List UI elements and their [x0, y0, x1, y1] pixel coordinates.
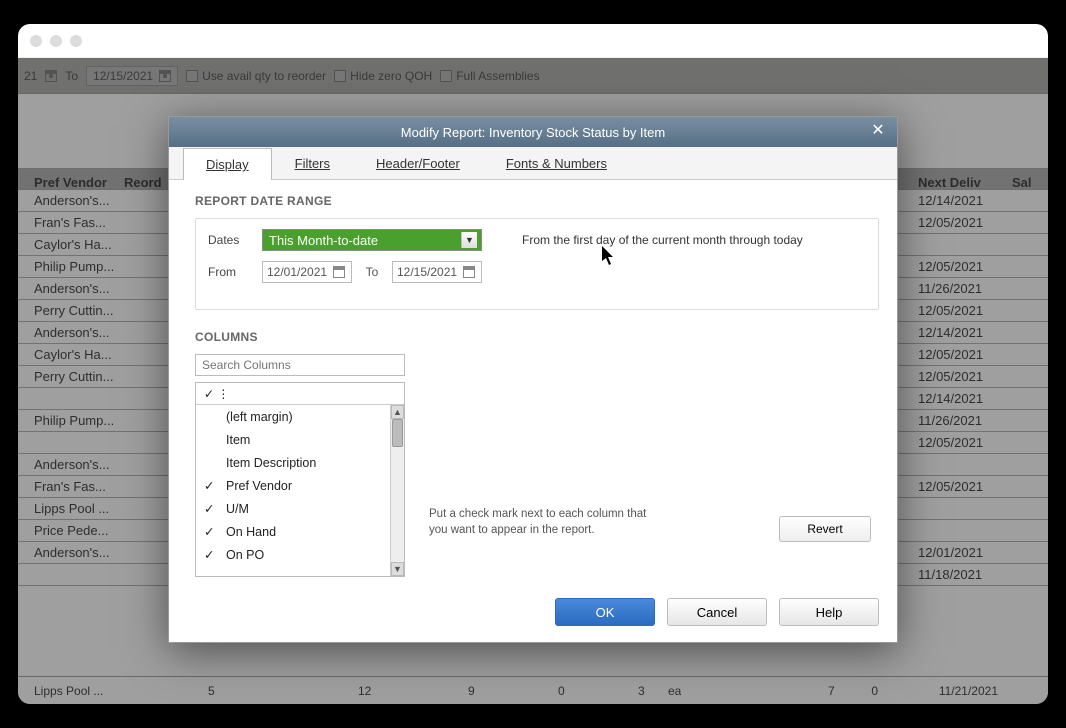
column-option[interactable]: ✓ U/M	[196, 497, 390, 520]
chevron-down-icon: ▼	[461, 232, 477, 248]
close-icon[interactable]: ✕	[869, 123, 887, 141]
traffic-zoom[interactable]	[70, 35, 82, 47]
scroll-up-icon[interactable]: ▲	[391, 405, 404, 419]
traffic-minimize[interactable]	[50, 35, 62, 47]
tab-display[interactable]: Display	[183, 148, 272, 180]
column-label: On PO	[226, 548, 264, 562]
to-date-input[interactable]: 12/15/2021	[392, 261, 482, 283]
search-columns-input[interactable]	[195, 354, 405, 376]
tab-filters[interactable]: Filters	[272, 147, 353, 179]
column-option[interactable]: ✓ On Hand	[196, 520, 390, 543]
calendar-icon	[463, 266, 475, 278]
traffic-close[interactable]	[30, 35, 42, 47]
dates-label: Dates	[208, 233, 252, 247]
dialog-titlebar[interactable]: Modify Report: Inventory Stock Status by…	[169, 117, 897, 147]
dialog-tabs: Display Filters Header/Footer Fonts & Nu…	[169, 147, 897, 180]
modify-report-dialog: Modify Report: Inventory Stock Status by…	[168, 116, 898, 643]
dates-hint: From the first day of the current month …	[522, 233, 803, 247]
column-label: Pref Vendor	[226, 479, 292, 493]
browser-header	[18, 24, 1048, 58]
calendar-icon	[333, 266, 345, 278]
dates-value: This Month-to-date	[269, 233, 378, 248]
column-label: (left margin)	[226, 410, 293, 424]
dates-dropdown[interactable]: This Month-to-date ▼	[262, 229, 482, 251]
columns-list: ✓ ⋮ (left margin) Item Item Description ✓ Pr…	[195, 382, 405, 577]
column-label: Item Description	[226, 456, 316, 470]
scroll-thumb[interactable]	[392, 419, 403, 447]
report-date-range-label: REPORT DATE RANGE	[195, 194, 879, 208]
columns-hint: Put a check mark next to each column tha…	[429, 506, 659, 538]
scroll-down-icon[interactable]: ▼	[391, 562, 404, 576]
to-label: To	[362, 265, 382, 279]
cancel-button[interactable]: Cancel	[667, 598, 767, 626]
browser-frame: 21 To 12/15/2021 Use avail qty to reorde…	[18, 24, 1048, 704]
tab-header-footer[interactable]: Header/Footer	[353, 147, 483, 179]
checkmark-icon: ✓	[204, 524, 214, 539]
column-label: Item	[226, 433, 250, 447]
ok-button[interactable]: OK	[555, 598, 655, 626]
checkmark-icon: ✓	[204, 501, 214, 516]
from-label: From	[208, 265, 252, 279]
column-option[interactable]: ✓ On PO	[196, 543, 390, 566]
column-option[interactable]: Item	[196, 428, 390, 451]
columns-section: COLUMNS ✓ ⋮ (left margin) Item Item Descri…	[195, 330, 879, 577]
checkmark-icon: ✓	[204, 547, 214, 562]
dialog-footer: OK Cancel Help	[169, 590, 897, 642]
column-label: U/M	[226, 502, 249, 516]
column-option[interactable]: ✓ Pref Vendor	[196, 474, 390, 497]
dialog-title: Modify Report: Inventory Stock Status by…	[401, 125, 665, 140]
from-date-input[interactable]: 12/01/2021	[262, 261, 352, 283]
checkmark-icon: ✓	[204, 478, 214, 493]
date-range-panel: Dates This Month-to-date ▼ From the firs…	[195, 218, 879, 310]
column-label: On Hand	[226, 525, 276, 539]
column-option[interactable]: Item Description	[196, 451, 390, 474]
columns-label: COLUMNS	[195, 330, 879, 344]
revert-button[interactable]: Revert	[779, 516, 871, 542]
columns-list-header: ✓ ⋮	[196, 383, 404, 405]
help-button[interactable]: Help	[779, 598, 879, 626]
scrollbar[interactable]: ▲ ▼	[390, 405, 404, 576]
tab-fonts-numbers[interactable]: Fonts & Numbers	[483, 147, 630, 179]
column-option[interactable]: (left margin)	[196, 405, 390, 428]
